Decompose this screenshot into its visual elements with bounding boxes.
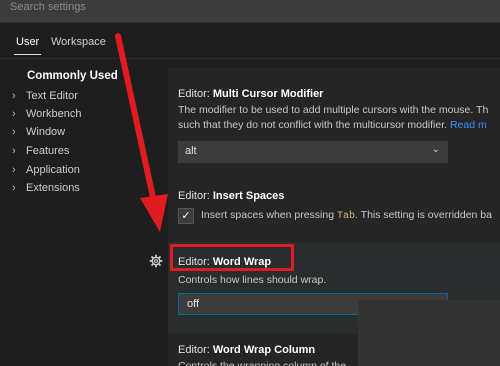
setting-description-line: such that they do not conflict with the … — [178, 118, 500, 133]
setting-category: Editor: — [178, 344, 213, 356]
setting-description-text: . This setting is overridden ba — [355, 209, 492, 221]
tab-workspace[interactable]: Workspace — [51, 36, 106, 48]
insert-spaces-checkbox[interactable]: ✓ — [178, 208, 194, 224]
setting-description: The modifier to be used to add multiple … — [178, 103, 500, 133]
setting-title: Editor: Insert Spaces — [178, 190, 500, 202]
gear-icon[interactable] — [149, 254, 163, 268]
toc-item-label: Features — [26, 145, 70, 157]
tab-user[interactable]: User — [13, 36, 42, 55]
select-value: alt — [185, 145, 197, 157]
toc-item-features[interactable]: › Features — [12, 145, 69, 157]
toc-item-workbench[interactable]: › Workbench — [12, 108, 81, 120]
chevron-right-icon: › — [12, 182, 16, 194]
setting-multi-cursor-modifier: Editor: Multi Cursor Modifier The modifi… — [178, 88, 500, 133]
setting-name: Word Wrap Column — [212, 344, 316, 356]
setting-title: Editor: Multi Cursor Modifier — [178, 88, 500, 100]
search-input[interactable] — [10, 0, 490, 17]
setting-name: Multi Cursor Modifier — [212, 88, 324, 100]
setting-word-wrap-column-title: Editor: Word Wrap Column — [178, 344, 315, 356]
toc-item-window[interactable]: › Window — [12, 126, 65, 138]
overlay-panel — [358, 300, 500, 366]
toc-item-application[interactable]: › Application — [12, 164, 80, 176]
chevron-right-icon: › — [12, 145, 16, 157]
toc-item-text-editor[interactable]: › Text Editor — [12, 90, 78, 102]
setting-description: Insert spaces when pressing Tab. This se… — [201, 208, 492, 224]
tab-key-code: Tab — [337, 211, 356, 222]
toc-item-label: Workbench — [26, 108, 82, 120]
multi-cursor-modifier-select[interactable]: alt ⌄ — [178, 141, 448, 163]
setting-description: Controls the wrapping column of the — [178, 360, 347, 366]
toc-item-label: Text Editor — [26, 90, 78, 102]
settings-toc: Commonly Used › Text Editor › Workbench › W… — [0, 58, 150, 366]
read-more-link[interactable]: Read m — [450, 119, 487, 131]
setting-insert-spaces: Editor: Insert Spaces — [178, 190, 500, 202]
setting-category: Editor: — [178, 88, 213, 100]
setting-name: Insert Spaces — [212, 190, 285, 202]
toc-item-label: Window — [26, 126, 66, 138]
chevron-right-icon: › — [12, 108, 16, 120]
chevron-down-icon: ⌄ — [431, 144, 440, 155]
setting-description: Controls how lines should wrap. — [178, 274, 327, 286]
setting-description-text: such that they do not conflict with the … — [178, 119, 448, 131]
setting-category: Editor: — [178, 190, 213, 202]
select-value: off — [187, 298, 200, 310]
setting-description-text: Insert spaces when pressing — [201, 209, 337, 221]
toc-item-extensions[interactable]: › Extensions — [12, 182, 80, 194]
setting-description-line: The modifier to be used to add multiple … — [178, 104, 489, 116]
chevron-right-icon: › — [12, 164, 16, 176]
toc-item-label: Extensions — [26, 182, 80, 194]
toc-item-label: Application — [26, 164, 80, 176]
annotation-highlight-box — [170, 244, 294, 271]
chevron-right-icon: › — [12, 126, 16, 138]
search-bar — [0, 0, 500, 23]
toc-heading-commonly-used[interactable]: Commonly Used — [27, 70, 118, 82]
settings-tabs: User Workspace — [0, 22, 500, 59]
chevron-right-icon: › — [12, 90, 16, 102]
